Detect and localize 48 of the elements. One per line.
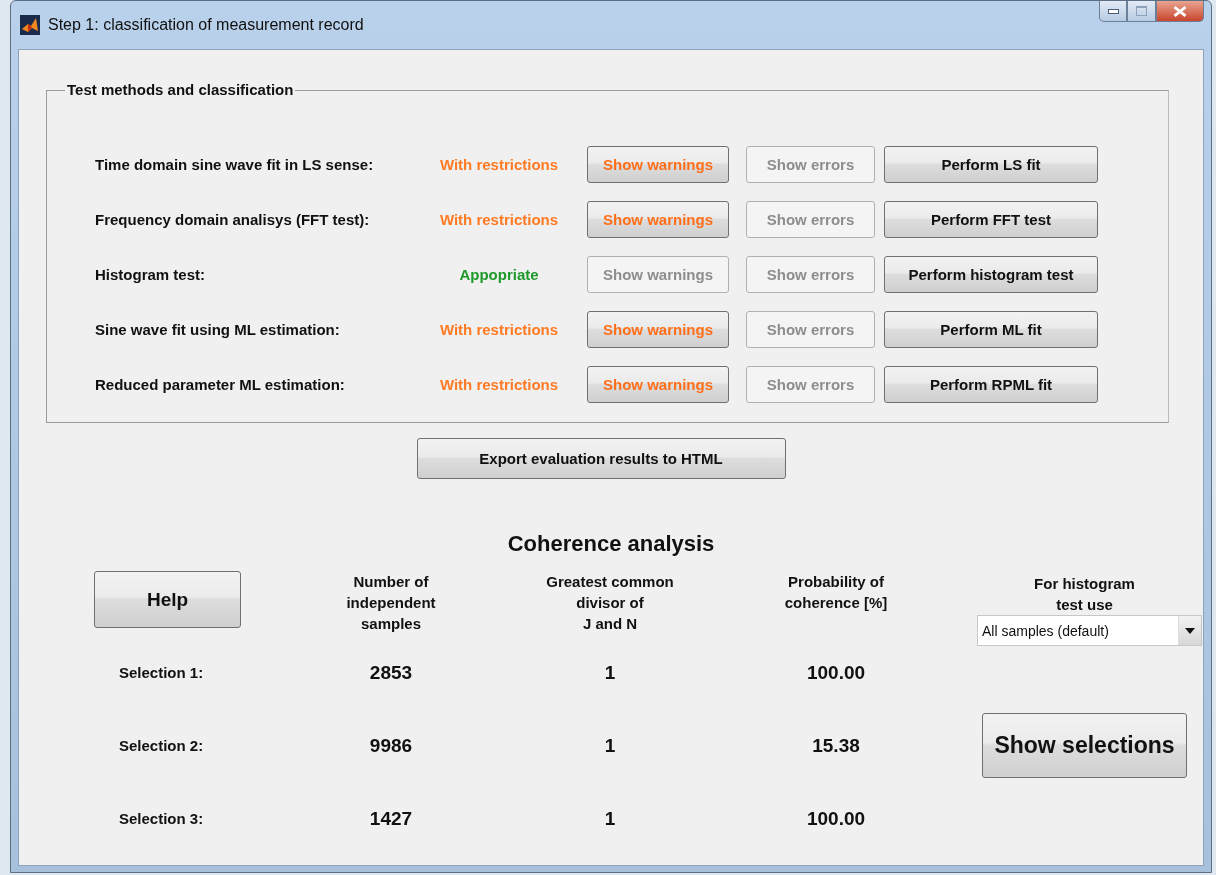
value-text: 15.38 <box>811 734 861 757</box>
value-text: 1 <box>603 807 617 830</box>
test-label: Frequency domain analisys (FFT test): <box>95 211 371 228</box>
dropdown-label: For histogram test use <box>1033 574 1136 615</box>
show-selections-button[interactable]: Show selections <box>982 713 1187 778</box>
perform-button[interactable]: Perform ML fit <box>884 311 1098 348</box>
status-text: With restrictions <box>438 211 560 228</box>
maximize-button[interactable] <box>1127 1 1156 22</box>
close-icon <box>1173 5 1187 17</box>
perform-button[interactable]: Perform LS fit <box>884 146 1098 183</box>
dropdown-arrow-icon <box>1185 627 1195 634</box>
column-header: Number of independent samples <box>345 572 437 634</box>
status-text: With restrictions <box>438 156 560 173</box>
test-label: Reduced parameter ML estimation: <box>95 376 346 393</box>
value-text: 1 <box>603 734 617 757</box>
status-text: Appopriate <box>458 266 540 283</box>
help-button[interactable]: Help <box>94 571 241 628</box>
value-text: 1427 <box>368 807 414 830</box>
value-text: 100.00 <box>805 807 867 830</box>
show-warnings-button[interactable]: Show warnings <box>587 311 729 348</box>
selection-label: Selection 1: <box>118 664 205 681</box>
window-title: Step 1: classification of measurement record <box>48 16 365 34</box>
selection-label: Selection 3: <box>118 810 205 827</box>
value-text: 100.00 <box>805 661 867 684</box>
samples-dropdown[interactable]: All samples (default) <box>977 615 1202 646</box>
value-text: 9986 <box>368 734 414 757</box>
group-title: Test methods and classification <box>65 81 296 98</box>
column-header: Greatest common divisor of J and N <box>545 572 675 634</box>
app-icon <box>20 15 40 35</box>
show-warnings-button[interactable]: Show warnings <box>587 201 729 238</box>
test-label: Histogram test: <box>95 266 207 283</box>
show-warnings-button[interactable]: Show warnings <box>587 366 729 403</box>
show-warnings-button[interactable]: Show warnings <box>587 146 729 183</box>
export-button[interactable]: Export evaluation results to HTML <box>416 438 786 479</box>
perform-button[interactable]: Perform FFT test <box>884 201 1098 238</box>
test-label: Sine wave fit using ML estimation: <box>95 321 341 338</box>
status-text: With restrictions <box>438 321 560 338</box>
column-header: Probability of coherence [%] <box>783 572 889 613</box>
perform-button[interactable]: Perform RPML fit <box>884 366 1098 403</box>
minimize-button[interactable] <box>1099 1 1127 22</box>
test-label: Time domain sine wave fit in LS sense: <box>95 156 375 173</box>
perform-button[interactable]: Perform histogram test <box>884 256 1098 293</box>
close-button[interactable] <box>1156 1 1204 22</box>
value-text: 2853 <box>368 661 414 684</box>
section-title: Coherence analysis <box>506 531 716 557</box>
status-text: With restrictions <box>438 376 560 393</box>
value-text: 1 <box>603 661 617 684</box>
selection-label: Selection 2: <box>118 737 205 754</box>
